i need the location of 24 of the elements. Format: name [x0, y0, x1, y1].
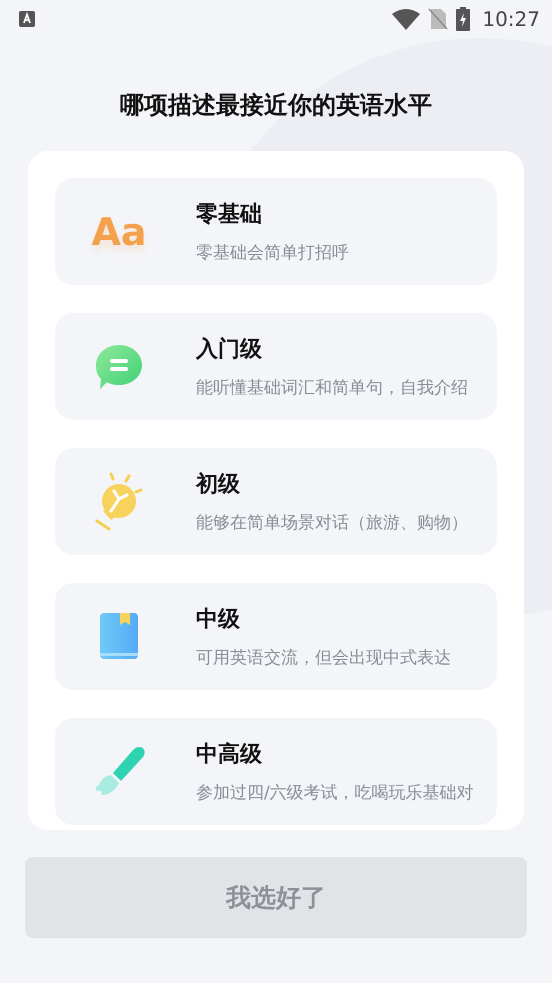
level-option[interactable]: 中高级 参加过四/六级考试，吃喝玩乐基础对: [55, 718, 497, 825]
no-sim-icon: [428, 8, 448, 30]
level-name: 入门级: [196, 336, 263, 364]
level-description: 能够在简单场景对话（旅游、购物）: [196, 512, 468, 534]
level-name: 中高级: [196, 740, 263, 769]
wifi-icon: [392, 8, 420, 30]
level-name: 初级: [196, 471, 241, 499]
level-description: 可用英语交流，但会出现中式表达: [196, 647, 451, 669]
level-option[interactable]: 中级 可用英语交流，但会出现中式表达: [55, 583, 497, 690]
letters-icon: Aa: [91, 210, 147, 254]
battery-charging-icon: [456, 6, 470, 30]
level-option[interactable]: 初级 能够在简单场景对话（旅游、购物）: [55, 448, 497, 555]
chat-bubble-icon: [94, 342, 144, 390]
level-name: 零基础: [196, 201, 263, 229]
level-name: 中级: [196, 606, 241, 634]
page-title: 哪项描述最接近你的英语水平: [119, 90, 433, 121]
level-description: 参加过四/六级考试，吃喝玩乐基础对: [196, 782, 474, 804]
level-description: 能听懂基础词汇和简单句，自我介绍: [196, 377, 468, 399]
keyboard-icon: [19, 10, 35, 26]
level-option[interactable]: 入门级 能听懂基础词汇和简单句，自我介绍: [55, 313, 497, 420]
level-option[interactable]: Aa 零基础 零基础会简单打招呼: [55, 178, 497, 285]
level-description: 零基础会简单打招呼: [196, 242, 349, 264]
clock-time: 10:27: [482, 6, 540, 30]
book-icon: [99, 612, 139, 662]
